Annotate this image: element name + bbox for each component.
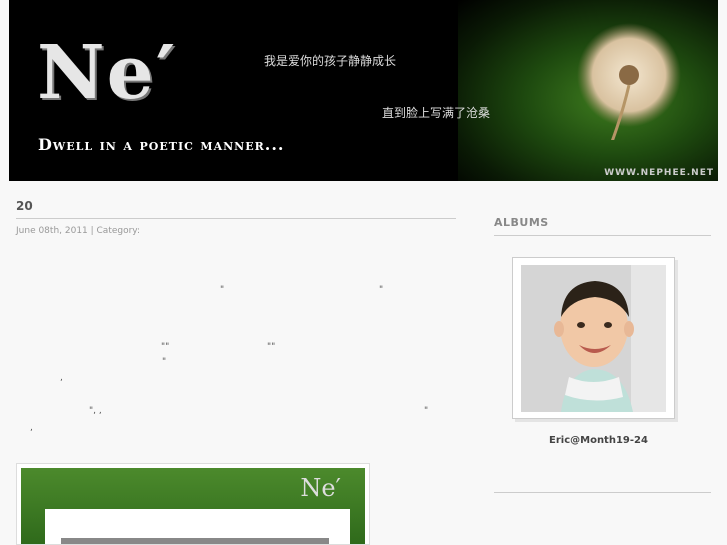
quote-mark: " xyxy=(379,285,384,295)
site-tagline: Dwell in a poetic manner... xyxy=(38,135,285,154)
post-title[interactable]: 20 xyxy=(16,199,33,213)
poem-line-1: 我是爱你的孩子静静成长 xyxy=(264,54,397,68)
albums-divider xyxy=(494,235,711,236)
quote-mark: "" xyxy=(267,342,276,352)
comma-mark: , xyxy=(30,423,33,433)
quote-mark: "" xyxy=(161,342,170,352)
dandelion-image xyxy=(577,23,681,140)
post-image-logo: Ne′ xyxy=(300,474,341,502)
album-caption[interactable]: Eric@Month19-24 xyxy=(549,435,648,446)
comma-mark: , xyxy=(60,373,63,383)
child-portrait-image xyxy=(521,265,666,412)
poem-line-2: 直到脸上写满了沧桑 xyxy=(382,106,491,120)
post-meta: June 08th, 2011 | Category: xyxy=(16,226,141,236)
quote-mark: ", , xyxy=(89,406,102,416)
post-image-panel xyxy=(45,509,350,544)
albums-heading: ALBUMS xyxy=(494,216,549,229)
album-photo xyxy=(521,265,666,412)
album-thumbnail[interactable] xyxy=(512,257,675,419)
post-divider xyxy=(16,218,456,219)
site-logo[interactable]: Ne′ xyxy=(37,30,177,116)
header-banner: Ne′ Dwell in a poetic manner... 我是爱你的孩子静… xyxy=(9,0,718,181)
quote-mark: " xyxy=(162,357,167,367)
post-image-bar xyxy=(61,538,329,544)
sidebar-divider xyxy=(494,492,711,493)
quote-mark: " xyxy=(424,406,429,416)
quote-mark: " xyxy=(220,285,225,295)
post-image[interactable]: Ne′ xyxy=(16,463,370,545)
site-url: WWW.NEPHEE.NET xyxy=(604,168,714,178)
